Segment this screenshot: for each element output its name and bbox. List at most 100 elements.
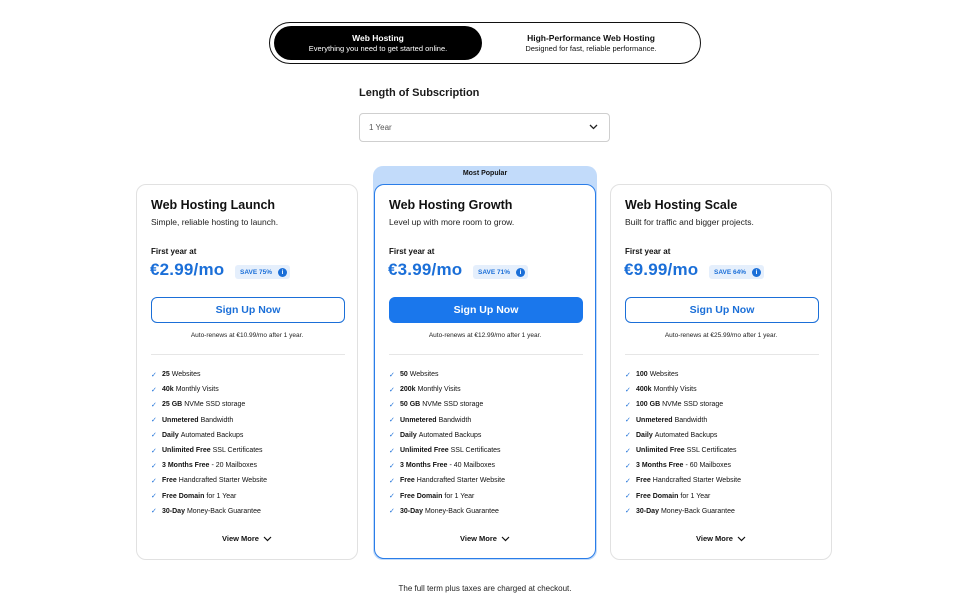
feature-item: ✓ Free Handcrafted Starter Website <box>151 473 267 488</box>
renewal-note: Auto-renews at €12.99/mo after 1 year. <box>428 332 542 339</box>
subscription-selected-value: 1 Year <box>369 123 392 132</box>
feature-item: ✓ 40k Monthly Visits <box>151 382 267 397</box>
feature-item: ✓ 200k Monthly Visits <box>389 382 505 397</box>
feature-highlight: Unlimited Free <box>162 447 211 455</box>
feature-item: ✓ 400k Monthly Visits <box>625 382 741 397</box>
feature-text: Money-Back Guarantee <box>424 507 499 515</box>
plan-description: Level up with more room to grow. <box>389 217 515 227</box>
feature-text: SSL Certificates <box>450 447 501 455</box>
feature-highlight: Unmetered <box>400 416 437 424</box>
subscription-length-label: Length of Subscription <box>359 87 480 99</box>
feature-highlight: 30-Day <box>636 507 659 515</box>
feature-text: - 20 Mailboxes <box>211 462 257 470</box>
view-more-button[interactable]: View More <box>375 534 595 543</box>
feature-highlight: Unlimited Free <box>636 447 685 455</box>
feature-text: Money-Back Guarantee <box>186 507 261 515</box>
feature-text: for 1 Year <box>206 492 237 500</box>
feature-highlight: 3 Months Free <box>162 462 210 470</box>
toggle-option-subtitle: Designed for fast, reliable performance. <box>525 43 657 53</box>
toggle-option-subtitle: Everything you need to get started onlin… <box>308 43 448 53</box>
feature-item: ✓ 30-Day Money-Back Guarantee <box>625 504 741 519</box>
feature-text: Handcrafted Starter Website <box>652 477 741 485</box>
renewal-note: Auto-renews at €25.99/mo after 1 year. <box>664 332 778 339</box>
feature-text: Monthly Visits <box>653 386 697 394</box>
feature-text: NVMe SSD storage <box>422 401 484 409</box>
sign-up-button[interactable]: Sign Up Now <box>151 297 345 323</box>
divider <box>151 354 345 355</box>
feature-text: for 1 Year <box>444 492 475 500</box>
feature-highlight: 100 <box>636 371 648 379</box>
plan-price: €9.99/mo <box>624 260 699 279</box>
feature-item: ✓ 50 GB NVMe SSD storage <box>389 397 505 412</box>
feature-text: - 60 Mailboxes <box>685 462 731 470</box>
check-icon: ✓ <box>389 447 395 455</box>
check-icon: ✓ <box>151 462 157 470</box>
feature-item: ✓ 3 Months Free - 60 Mailboxes <box>625 458 741 473</box>
feature-text: for 1 Year <box>680 492 711 500</box>
feature-text: Websites <box>171 371 201 379</box>
feature-item: ✓ 3 Months Free - 20 Mailboxes <box>151 458 267 473</box>
check-icon: ✓ <box>151 371 157 379</box>
feature-item: ✓ Free Handcrafted Starter Website <box>389 473 505 488</box>
feature-highlight: Free <box>636 477 651 485</box>
divider <box>625 354 819 355</box>
chevron-down-icon <box>737 536 746 541</box>
view-more-label: View More <box>460 534 497 543</box>
feature-item: ✓ Unlimited Free SSL Certificates <box>389 443 505 458</box>
feature-highlight: Daily <box>400 431 417 439</box>
feature-list: ✓ 25 Websites ✓ 40k Monthly Visits ✓ 25 GB NVM… <box>151 367 267 519</box>
plan-description: Built for traffic and bigger projects. <box>625 217 754 227</box>
feature-text: Monthly Visits <box>417 386 461 394</box>
first-year-label: First year at <box>625 247 671 256</box>
plan-price: €2.99/mo <box>150 260 225 279</box>
plan-description: Simple, reliable hosting to launch. <box>151 217 279 227</box>
feature-highlight: Unmetered <box>636 416 673 424</box>
plan-title: Web Hosting Growth <box>389 198 513 212</box>
info-icon[interactable]: i <box>278 267 288 277</box>
feature-highlight: 50 <box>400 371 408 379</box>
check-icon: ✓ <box>151 432 157 440</box>
feature-item: ✓ Unmetered Bandwidth <box>625 413 741 428</box>
save-text: SAVE 75% <box>240 268 273 276</box>
feature-highlight: 30-Day <box>400 507 423 515</box>
save-badge: SAVE 75% i <box>235 265 291 279</box>
toggle-option-title: High-Performance Web Hosting <box>527 32 655 43</box>
feature-text: Automated Backups <box>654 431 718 439</box>
feature-highlight: Unmetered <box>162 416 199 424</box>
sign-up-button[interactable]: Sign Up Now <box>625 297 819 323</box>
feature-text: Automated Backups <box>418 431 482 439</box>
feature-item: ✓ Daily Automated Backups <box>625 428 741 443</box>
feature-list: ✓ 50 Websites ✓ 200k Monthly Visits ✓ 50 GB NV… <box>389 367 505 519</box>
plan-type-toggle: Web Hosting Everything you need to get s… <box>269 22 701 64</box>
toggle-web-hosting[interactable]: Web Hosting Everything you need to get s… <box>274 26 482 60</box>
feature-item: ✓ Unlimited Free SSL Certificates <box>625 443 741 458</box>
check-icon: ✓ <box>625 371 631 379</box>
first-year-label: First year at <box>389 247 435 256</box>
feature-text: Bandwidth <box>200 416 234 424</box>
check-icon: ✓ <box>151 508 157 516</box>
feature-text: NVMe SSD storage <box>662 401 724 409</box>
check-icon: ✓ <box>625 462 631 470</box>
info-icon[interactable]: i <box>752 267 762 277</box>
feature-text: Monthly Visits <box>175 386 219 394</box>
info-icon[interactable]: i <box>516 267 526 277</box>
feature-highlight: Free <box>162 477 177 485</box>
plan-title: Web Hosting Launch <box>151 198 276 212</box>
checkout-footnote: The full term plus taxes are charged at … <box>398 584 572 593</box>
feature-text: Handcrafted Starter Website <box>416 477 505 485</box>
divider <box>389 354 583 355</box>
subscription-length-select[interactable]: 1 Year <box>359 113 610 142</box>
view-more-button[interactable]: View More <box>611 534 831 543</box>
toggle-high-performance[interactable]: High-Performance Web Hosting Designed fo… <box>486 26 696 60</box>
feature-highlight: 400k <box>636 386 652 394</box>
feature-text: Websites <box>649 371 679 379</box>
view-more-button[interactable]: View More <box>137 534 357 543</box>
view-more-label: View More <box>222 534 259 543</box>
check-icon: ✓ <box>625 493 631 501</box>
chevron-down-icon <box>263 536 272 541</box>
plan-card-launch: Web Hosting Launch Simple, reliable host… <box>136 184 358 560</box>
feature-text: Bandwidth <box>674 416 708 424</box>
feature-highlight: 100 GB <box>636 401 661 409</box>
sign-up-button[interactable]: Sign Up Now <box>389 297 583 323</box>
check-icon: ✓ <box>625 477 631 485</box>
